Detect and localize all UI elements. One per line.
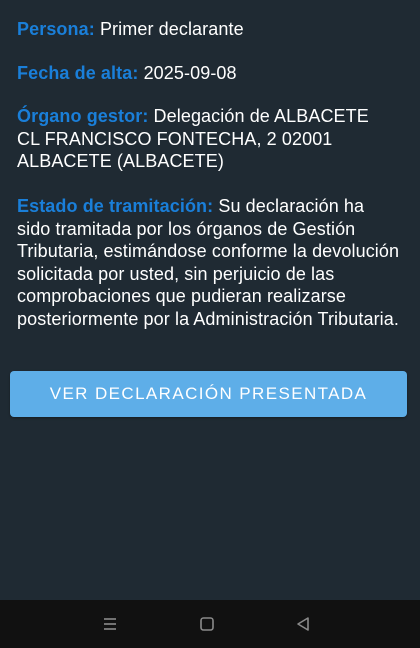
- home-square-icon[interactable]: [195, 612, 219, 636]
- ver-declaracion-button-label: VER DECLARACIÓN PRESENTADA: [49, 384, 368, 403]
- ver-declaracion-button[interactable]: VER DECLARACIÓN PRESENTADA: [10, 371, 407, 417]
- fecha-alta-label: Fecha de alta:: [17, 63, 139, 83]
- estado-tramitacion-field: Estado de tramitación: Su declaración ha…: [17, 195, 402, 330]
- persona-value: Primer declarante: [99, 19, 244, 39]
- back-triangle-icon[interactable]: [291, 612, 315, 636]
- estado-tramitacion-label: Estado de tramitación:: [17, 196, 214, 216]
- fecha-alta-value: 2025-09-08: [143, 63, 237, 83]
- fecha-alta-field: Fecha de alta: 2025-09-08: [17, 62, 397, 85]
- persona-label: Persona:: [17, 19, 95, 39]
- menu-lines-icon[interactable]: [98, 612, 122, 636]
- organo-gestor-field: Órgano gestor: Delegación de ALBACETE CL…: [17, 105, 382, 173]
- persona-field: Persona: Primer declarante: [17, 18, 397, 41]
- declaration-detail-screen: Persona: Primer declarante Fecha de alta…: [0, 0, 420, 600]
- organo-gestor-label: Órgano gestor:: [17, 106, 149, 126]
- system-navigation-bar: [0, 600, 420, 648]
